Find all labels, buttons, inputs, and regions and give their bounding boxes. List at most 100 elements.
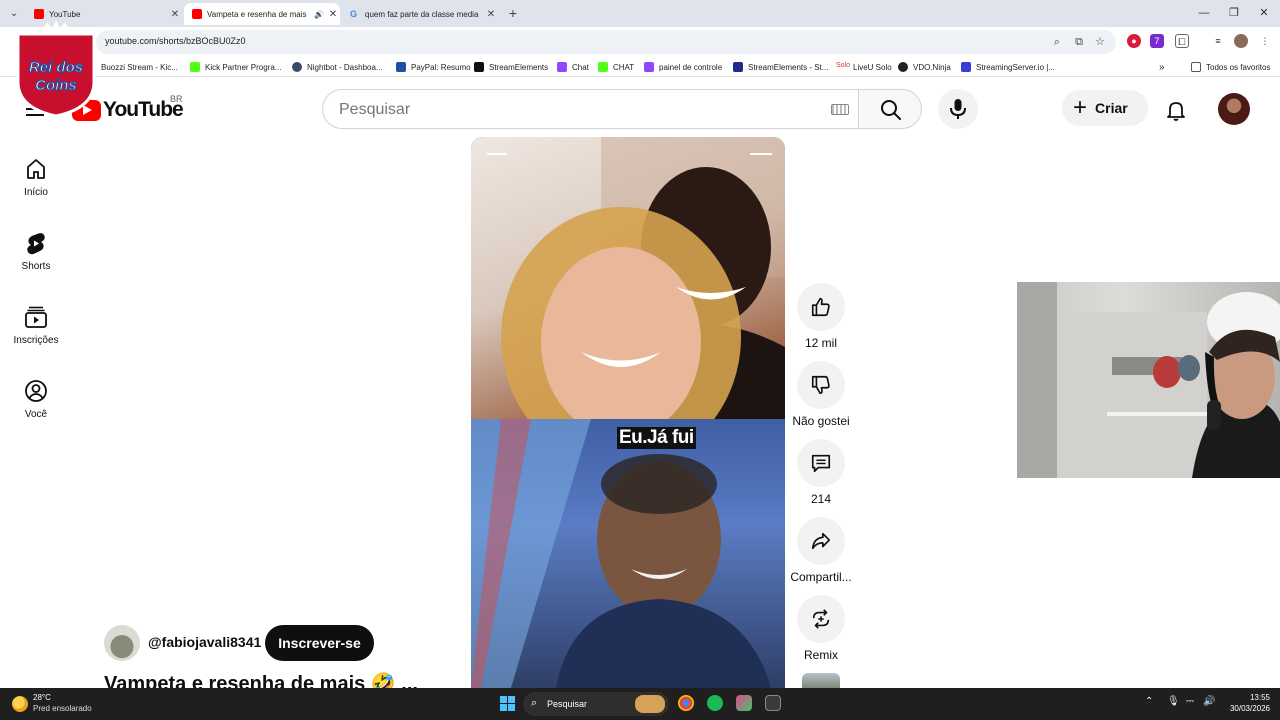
bookmark-chat[interactable]: Chat: [557, 60, 589, 74]
all-bookmarks-folder[interactable]: Todos os favoritos: [1191, 60, 1270, 74]
notifications-button[interactable]: [1158, 92, 1194, 128]
clock-date[interactable]: 30/03/2026: [1222, 704, 1270, 713]
account-avatar[interactable]: [1218, 93, 1250, 125]
bookmark-label: Kick Partner Progra...: [205, 62, 282, 72]
windows-start-icon[interactable]: [500, 696, 515, 711]
liveu-icon: Solo: [836, 62, 850, 72]
guide-item-home[interactable]: Início: [0, 157, 72, 217]
streamelements-icon: [733, 62, 743, 72]
home-icon: [27, 159, 45, 179]
search-input[interactable]: Pesquisar: [322, 89, 859, 129]
shorts-icon: [27, 233, 45, 255]
short-video-player[interactable]: Eu.Já fui: [471, 137, 785, 688]
install-app-icon[interactable]: ⧉: [1072, 35, 1086, 49]
bookmark-streamelements-st[interactable]: StreamElements - St...: [733, 60, 828, 74]
bookmark-liveu-solo[interactable]: Solo LiveU Solo: [836, 60, 892, 74]
guide-item-shorts[interactable]: Shorts: [0, 231, 72, 291]
close-tab-icon[interactable]: ✕: [168, 9, 182, 20]
taskbar-search-box[interactable]: ⌕ Pesquisar: [523, 692, 669, 716]
bookmark-kick-partner[interactable]: Kick Partner Progra...: [190, 60, 281, 74]
weather-sun-icon[interactable]: [12, 696, 28, 712]
video-frame-couple: [471, 137, 785, 419]
guide-label: Inscrições: [13, 335, 59, 346]
zoom-icon[interactable]: ⌕: [1050, 35, 1064, 49]
search-highlight-image: [635, 695, 665, 713]
more-bookmarks-chevron-icon[interactable]: »: [1159, 60, 1165, 74]
guide-label: Shorts: [21, 261, 51, 272]
weather-temperature[interactable]: 28°C: [33, 693, 51, 702]
bookmark-label: StreamElements: [489, 62, 549, 72]
microphone-tray-icon[interactable]: 🎙: [1167, 696, 1180, 707]
keyboard-icon[interactable]: [831, 104, 849, 115]
search-icon: [881, 100, 901, 120]
tab-vampeta[interactable]: Vampeta e resenha de mais 🔊 ✕: [184, 3, 340, 25]
tab-google-search[interactable]: G quem faz parte da classe media ✕: [342, 3, 498, 25]
google-favicon-icon: G: [350, 9, 358, 19]
video-frame-vampeta: [471, 419, 785, 688]
extensions-puzzle-icon[interactable]: ⧠: [1175, 34, 1189, 48]
chrome-taskbar-icon[interactable]: [678, 695, 694, 711]
tab-search-chevron-icon[interactable]: ⌄: [6, 5, 22, 21]
share-button[interactable]: [797, 517, 845, 565]
bookmark-vdo-ninja[interactable]: VDO.Ninja: [898, 60, 951, 74]
bookmark-chat-kick[interactable]: CHAT: [598, 60, 634, 74]
subscribe-button[interactable]: Inscrever-se: [265, 625, 374, 661]
address-bar[interactable]: youtube.com/shorts/bzBOcBU0Zz0 ⌕ ⧉ ☆: [96, 30, 1116, 54]
restore-window-button[interactable]: ❐: [1224, 5, 1244, 21]
bookmark-nightbot[interactable]: Nightbot - Dashboa...: [292, 60, 383, 74]
create-button[interactable]: + Criar: [1062, 90, 1148, 126]
kick-icon: [598, 62, 608, 72]
kick-icon: [190, 62, 200, 72]
dislike-button[interactable]: [797, 361, 845, 409]
search-button[interactable]: [858, 89, 922, 129]
bookmark-painel-controle[interactable]: painel de controle: [644, 60, 722, 74]
create-label: Criar: [1095, 100, 1128, 116]
bookmark-paypal[interactable]: PayPal: Resumo: [396, 60, 471, 74]
like-button[interactable]: [797, 283, 845, 331]
spotify-taskbar-icon[interactable]: [707, 695, 723, 711]
browser-menu-icon[interactable]: ⋮: [1258, 34, 1272, 48]
close-tab-icon[interactable]: ✕: [484, 9, 498, 20]
guide-item-subscriptions[interactable]: Inscrições: [0, 305, 72, 365]
close-tab-icon[interactable]: ✕: [326, 9, 340, 20]
show-hidden-icons-chevron-icon[interactable]: ⌃: [1145, 696, 1153, 707]
search-icon: ⌕: [531, 697, 538, 709]
bell-icon: [1167, 102, 1185, 121]
calculator-taskbar-icon[interactable]: [765, 695, 781, 711]
minimize-window-button[interactable]: —: [1194, 5, 1214, 21]
new-tab-button[interactable]: +: [505, 4, 521, 22]
comments-button[interactable]: [797, 439, 845, 487]
clock-time[interactable]: 13:55: [1240, 693, 1270, 702]
url-text[interactable]: youtube.com/shorts/bzBOcBU0Zz0: [105, 36, 246, 46]
channel-avatar[interactable]: [104, 625, 140, 661]
microphone-icon: [950, 99, 966, 119]
remix-button[interactable]: [797, 595, 845, 643]
voice-search-button[interactable]: [938, 89, 978, 129]
sound-thumbnail[interactable]: [802, 673, 840, 688]
weather-description[interactable]: Pred ensolarado: [33, 704, 92, 713]
media-control-icon[interactable]: ≡: [1211, 34, 1225, 48]
extension-red-icon[interactable]: ●: [1127, 34, 1141, 48]
volume-icon[interactable]: 🔊: [1203, 696, 1215, 707]
twitch-icon: [557, 62, 567, 72]
bookmark-buozzi-stream[interactable]: Buozzi Stream - Kic...: [101, 60, 178, 74]
profile-avatar-icon[interactable]: [1234, 34, 1248, 48]
vdo-ninja-icon: [898, 62, 908, 72]
bookmark-label: Chat: [572, 62, 589, 72]
menu-dash-icon: [750, 153, 772, 155]
network-icon[interactable]: ⎓: [1186, 696, 1194, 707]
logo-text-line2: Coins: [35, 77, 77, 94]
bookmark-star-icon[interactable]: ☆: [1093, 35, 1107, 49]
close-window-button[interactable]: ✕: [1254, 5, 1274, 21]
nightbot-icon: [292, 62, 302, 72]
bookmark-streamelements[interactable]: StreamElements: [474, 60, 548, 74]
audio-playing-icon[interactable]: 🔊: [312, 10, 326, 19]
streaming-app-taskbar-icon[interactable]: [736, 695, 752, 711]
comment-count: 214: [810, 492, 832, 506]
guide-item-you[interactable]: Você: [0, 379, 72, 439]
bookmark-streamingserver[interactable]: StreamingServer.io |...: [961, 60, 1055, 74]
extension-purple-icon[interactable]: 7: [1150, 34, 1164, 48]
progress-tick: [487, 153, 507, 155]
channel-name[interactable]: @fabiojavali8341: [148, 634, 261, 650]
folder-icon: [1191, 62, 1201, 72]
